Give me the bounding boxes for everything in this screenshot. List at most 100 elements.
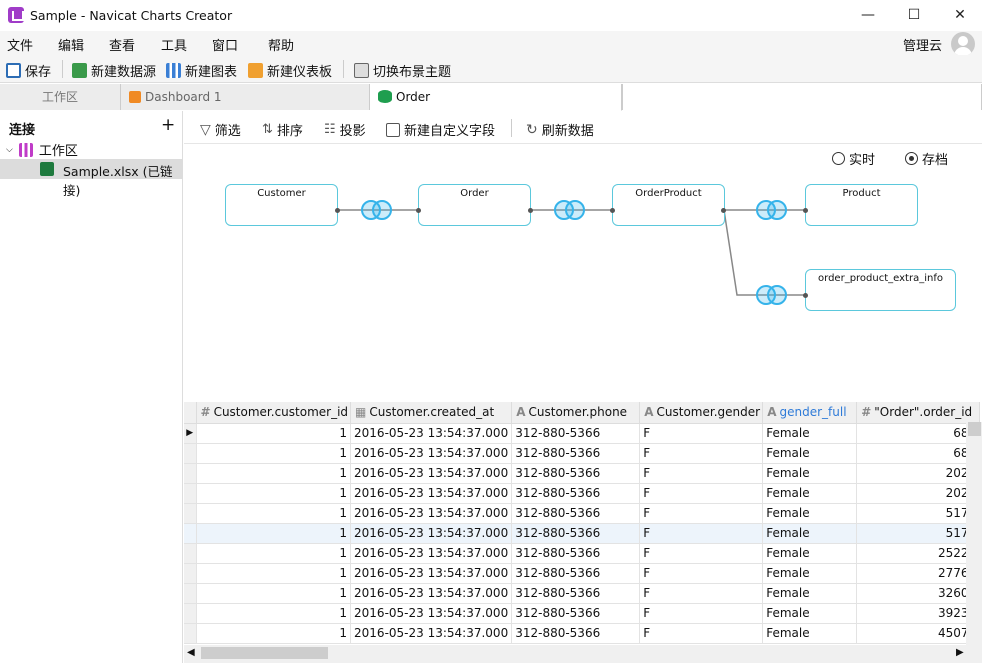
- table-cell[interactable]: 686: [856, 423, 981, 444]
- table-row[interactable]: 1 2016-05-23 13:54:37.000 312-880-5366 F Fem…: [184, 443, 981, 464]
- horizontal-scrollbar-thumb[interactable]: [201, 647, 328, 659]
- table-cell[interactable]: Female: [762, 523, 858, 544]
- diagram-node-order-product-extra-info[interactable]: order_product_extra_info: [805, 269, 956, 311]
- row-indicator[interactable]: [184, 443, 197, 464]
- table-cell[interactable]: F: [639, 623, 764, 644]
- menu-edit[interactable]: 编辑: [58, 35, 84, 54]
- table-cell[interactable]: 2016-05-23 13:54:37.000: [350, 443, 513, 464]
- table-cell[interactable]: 2016-05-23 13:54:37.000: [350, 623, 513, 644]
- table-cell[interactable]: 5173: [856, 523, 981, 544]
- tab-workspace[interactable]: 工作区: [0, 84, 121, 110]
- column-header[interactable]: ▦ Customer.created_at: [350, 402, 513, 424]
- join-icon[interactable]: [756, 285, 788, 305]
- table-cell[interactable]: 312-880-5366: [511, 623, 641, 644]
- table-cell[interactable]: 2016-05-23 13:54:37.000: [350, 463, 513, 484]
- table-cell[interactable]: Female: [762, 603, 858, 624]
- table-cell[interactable]: 2025: [856, 463, 981, 484]
- row-indicator[interactable]: [184, 463, 197, 484]
- new-dashboard-button[interactable]: 新建仪表板: [248, 61, 332, 80]
- scroll-left-icon[interactable]: ◀: [187, 647, 195, 658]
- table-row[interactable]: 1 2016-05-23 13:54:37.000 312-880-5366 F Fem…: [184, 603, 981, 624]
- vertical-scrollbar-thumb[interactable]: [968, 422, 981, 436]
- table-cell[interactable]: 2016-05-23 13:54:37.000: [350, 523, 513, 544]
- row-indicator[interactable]: [184, 523, 197, 544]
- table-cell[interactable]: 1: [196, 523, 352, 544]
- table-cell[interactable]: F: [639, 583, 764, 604]
- table-cell[interactable]: 1: [196, 503, 352, 524]
- filter-button[interactable]: ▽ 筛选: [200, 120, 241, 140]
- add-connection-button[interactable]: +: [161, 115, 175, 135]
- table-cell[interactable]: F: [639, 503, 764, 524]
- sidebar-item-workspace[interactable]: ⌵ 工作区: [6, 140, 78, 159]
- new-chart-button[interactable]: 新建图表: [166, 61, 237, 80]
- table-row[interactable]: 1 2016-05-23 13:54:37.000 312-880-5366 F Fem…: [184, 463, 981, 484]
- row-indicator[interactable]: [184, 583, 197, 604]
- tab-dashboard[interactable]: Dashboard 1: [121, 84, 370, 110]
- table-cell[interactable]: 312-880-5366: [511, 563, 641, 584]
- table-cell[interactable]: F: [639, 443, 764, 464]
- new-custom-field-button[interactable]: 新建自定义字段: [386, 120, 495, 139]
- row-indicator[interactable]: [184, 623, 197, 644]
- row-indicator[interactable]: [184, 563, 197, 584]
- table-cell[interactable]: 25229: [856, 543, 981, 564]
- table-cell[interactable]: 312-880-5366: [511, 423, 641, 444]
- table-row[interactable]: 1 2016-05-23 13:54:37.000 312-880-5366 F Fem…: [184, 563, 981, 584]
- table-cell[interactable]: Female: [762, 583, 858, 604]
- diagram-node-product[interactable]: Product: [805, 184, 918, 226]
- avatar[interactable]: [951, 32, 975, 56]
- menu-window[interactable]: 窗口: [212, 35, 238, 54]
- table-row[interactable]: 1 2016-05-23 13:54:37.000 312-880-5366 F Fem…: [184, 483, 981, 504]
- maximize-button[interactable]: ☐: [891, 0, 937, 31]
- menu-tools[interactable]: 工具: [161, 35, 187, 54]
- table-cell[interactable]: Female: [762, 423, 858, 444]
- vertical-scrollbar[interactable]: [966, 422, 982, 645]
- table-cell[interactable]: 5173: [856, 503, 981, 524]
- data-grid[interactable]: # Customer.customer_id ▦ Customer.created_…: [184, 402, 982, 645]
- diagram-node-order[interactable]: Order: [418, 184, 531, 226]
- table-row[interactable]: 1 2016-05-23 13:54:37.000 312-880-5366 F Fem…: [184, 583, 981, 604]
- table-cell[interactable]: Female: [762, 483, 858, 504]
- table-cell[interactable]: 312-880-5366: [511, 583, 641, 604]
- table-cell[interactable]: 2016-05-23 13:54:37.000: [350, 503, 513, 524]
- table-cell[interactable]: 2016-05-23 13:54:37.000: [350, 483, 513, 504]
- table-cell[interactable]: Female: [762, 563, 858, 584]
- table-cell[interactable]: 2016-05-23 13:54:37.000: [350, 563, 513, 584]
- column-header[interactable]: # "Order".order_id: [856, 402, 981, 424]
- table-cell[interactable]: F: [639, 603, 764, 624]
- table-cell[interactable]: 1: [196, 443, 352, 464]
- column-header[interactable]: # Customer.customer_id: [196, 402, 352, 424]
- table-cell[interactable]: 1: [196, 463, 352, 484]
- table-cell[interactable]: 2016-05-23 13:54:37.000: [350, 603, 513, 624]
- table-cell[interactable]: F: [639, 423, 764, 444]
- table-cell[interactable]: 1: [196, 543, 352, 564]
- table-cell[interactable]: 27769: [856, 563, 981, 584]
- switch-theme-button[interactable]: 切换布景主题: [354, 61, 451, 80]
- diagram-node-customer[interactable]: Customer: [225, 184, 338, 226]
- row-indicator[interactable]: [184, 543, 197, 564]
- table-cell[interactable]: F: [639, 463, 764, 484]
- row-indicator[interactable]: [184, 503, 197, 524]
- table-cell[interactable]: 312-880-5366: [511, 443, 641, 464]
- table-cell[interactable]: 312-880-5366: [511, 543, 641, 564]
- table-cell[interactable]: 45070: [856, 623, 981, 644]
- sidebar-item-file[interactable]: Sample.xlsx (已链接): [0, 159, 183, 198]
- table-row[interactable]: ▶ 1 2016-05-23 13:54:37.000 312-880-5366 F Fe…: [184, 423, 981, 444]
- table-row[interactable]: 1 2016-05-23 13:54:37.000 312-880-5366 F Fem…: [184, 523, 981, 544]
- table-cell[interactable]: 1: [196, 563, 352, 584]
- join-icon[interactable]: [756, 200, 788, 220]
- diagram-node-orderproduct[interactable]: OrderProduct: [612, 184, 725, 226]
- table-row[interactable]: 1 2016-05-23 13:54:37.000 312-880-5366 F Fem…: [184, 543, 981, 564]
- table-cell[interactable]: Female: [762, 503, 858, 524]
- table-cell[interactable]: 1: [196, 603, 352, 624]
- table-row[interactable]: 1 2016-05-23 13:54:37.000 312-880-5366 F Fem…: [184, 623, 981, 644]
- table-cell[interactable]: 2016-05-23 13:54:37.000: [350, 543, 513, 564]
- table-cell[interactable]: 39230: [856, 603, 981, 624]
- table-cell[interactable]: 312-880-5366: [511, 503, 641, 524]
- table-cell[interactable]: 2016-05-23 13:54:37.000: [350, 423, 513, 444]
- table-cell[interactable]: Female: [762, 543, 858, 564]
- column-header[interactable]: A Customer.phone: [511, 402, 641, 424]
- close-button[interactable]: ✕: [937, 0, 982, 31]
- table-cell[interactable]: F: [639, 483, 764, 504]
- column-header[interactable]: Agender_full: [762, 402, 858, 424]
- cloud-button[interactable]: 管理云: [903, 35, 942, 54]
